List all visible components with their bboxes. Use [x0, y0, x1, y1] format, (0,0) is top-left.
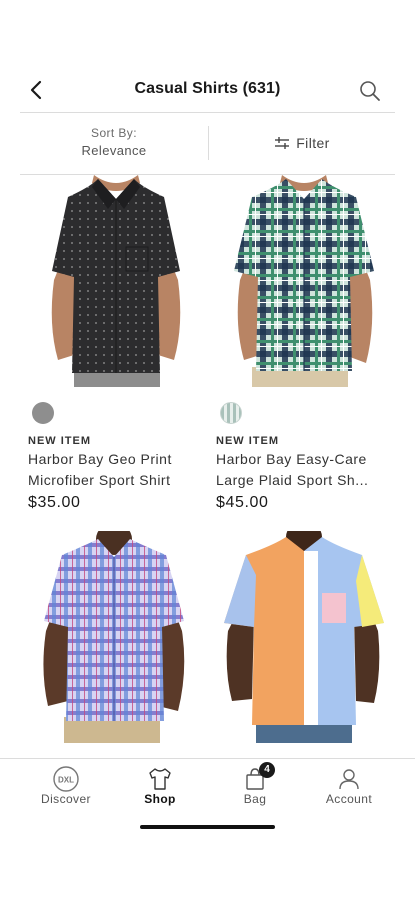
tab-label: Bag: [243, 792, 267, 806]
product-price: $35.00: [28, 494, 81, 511]
tab-discover[interactable]: DXL Discover: [18, 759, 114, 819]
tab-shop[interactable]: Shop: [112, 759, 208, 819]
search-button[interactable]: [357, 78, 383, 104]
svg-text:DXL: DXL: [58, 776, 74, 785]
home-indicator: [140, 825, 275, 829]
product-grid: NEW ITEM Harbor Bay Geo Print Microfiber…: [0, 175, 415, 758]
tab-label: Discover: [41, 792, 91, 806]
page-title: Casual Shirts (631): [134, 80, 281, 97]
shirt-icon: [149, 768, 171, 790]
color-swatch[interactable]: [32, 402, 54, 424]
product-name: Harbor Bay Geo Print Microfiber Sport Sh…: [28, 449, 204, 491]
tab-bag[interactable]: Bag: [207, 759, 303, 819]
color-swatch[interactable]: [220, 402, 242, 424]
tab-account[interactable]: Account: [301, 759, 397, 819]
product-name-line2: Large Plaid Sport Sh...: [216, 472, 369, 488]
sort-filter-bar: Sort By: Relevance Filter: [20, 112, 395, 174]
filter-button[interactable]: Filter: [209, 112, 395, 174]
bottom-tab-bar: DXL Discover Shop Bag Account: [0, 758, 415, 818]
product-image[interactable]: [28, 175, 204, 387]
sort-value: Relevance: [81, 143, 147, 158]
product-name: Harbor Bay Easy-Care Large Plaid Sport S…: [216, 449, 392, 491]
product-price: $45.00: [216, 494, 269, 511]
search-icon: [360, 81, 380, 101]
product-image[interactable]: [216, 531, 392, 743]
product-name-line2: Microfiber Sport Shirt: [28, 472, 171, 488]
bag-count-badge: 4: [259, 762, 275, 778]
new-item-tag: NEW ITEM: [216, 435, 279, 447]
new-item-tag: NEW ITEM: [28, 435, 91, 447]
product-image[interactable]: [28, 531, 204, 743]
sort-button[interactable]: Sort By: Relevance: [20, 112, 208, 174]
tab-label: Account: [325, 792, 373, 806]
sort-label: Sort By:: [91, 126, 137, 140]
product-image[interactable]: [216, 175, 392, 387]
tab-label: Shop: [144, 792, 176, 806]
product-name-line1: Harbor Bay Geo Print: [28, 451, 172, 467]
top-nav-bar: Casual Shirts (631): [0, 70, 415, 112]
user-icon: [339, 769, 359, 790]
dxl-logo-icon: DXL: [53, 766, 79, 792]
filter-sliders-icon: [275, 137, 290, 149]
product-name-line1: Harbor Bay Easy-Care: [216, 451, 367, 467]
filter-label: Filter: [296, 135, 330, 151]
